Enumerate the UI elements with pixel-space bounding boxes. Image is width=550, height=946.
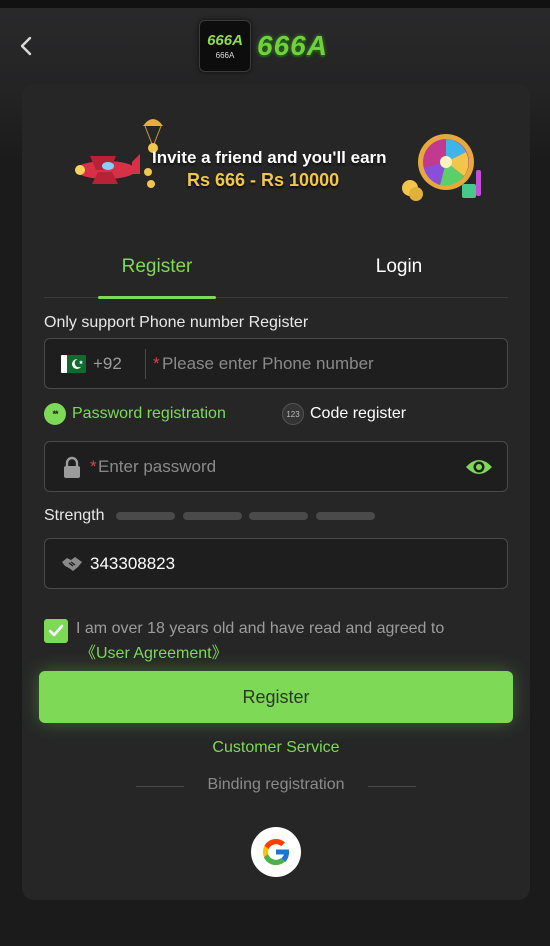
logo-badge-subtext: 666A [215, 51, 235, 60]
password-field[interactable]: * Enter password [44, 441, 508, 492]
phone-divider [145, 349, 146, 379]
tab-register[interactable]: Register [98, 252, 216, 299]
invite-banner[interactable]: Invite a friend and you'll earn Rs 666 -… [70, 114, 486, 204]
customer-service-link[interactable]: Customer Service [22, 739, 530, 757]
strength-bar-segment [316, 512, 375, 520]
phone-field[interactable]: +92 * Please enter Phone number [44, 338, 508, 389]
phone-only-note: Only support Phone number Register [44, 314, 309, 331]
registration-method-options: ** Password registration 123 Code regist… [44, 403, 508, 427]
google-icon [262, 838, 290, 866]
pakistan-flag-icon[interactable] [61, 355, 86, 373]
agreement-text: I am over 18 years old and have read and… [76, 620, 445, 637]
back-button[interactable] [12, 32, 40, 60]
agreement-checkbox[interactable] [44, 619, 68, 643]
google-login-button[interactable] [251, 827, 301, 877]
airplane-icon [75, 154, 140, 184]
phone-input[interactable] [153, 339, 493, 388]
password-registration-option[interactable]: ** Password registration [44, 403, 226, 425]
divider-right [368, 786, 416, 787]
password-dots-icon: ** [44, 403, 66, 425]
tab-login[interactable]: Login [344, 252, 454, 298]
app-logo: 666A 666A 666A [199, 20, 328, 72]
register-card: Invite a friend and you'll earn Rs 666 -… [22, 84, 530, 900]
strength-bar-segment [183, 512, 242, 520]
user-agreement-link[interactable]: 《User Agreement》 [80, 639, 228, 663]
handshake-icon [62, 557, 82, 571]
auth-tabs: Register Login [44, 252, 508, 299]
prize-wheel-icon [402, 134, 481, 201]
strength-bar-segment [116, 512, 175, 520]
numbers-icon: 123 [282, 403, 304, 425]
referral-code-value[interactable]: 343308823 [90, 554, 175, 574]
banner-amount: Rs 666 - Rs 10000 [187, 170, 340, 190]
password-registration-label: Password registration [72, 405, 226, 422]
code-register-option[interactable]: 123 Code register [282, 403, 406, 425]
code-register-label: Code register [310, 405, 407, 422]
binding-registration-label: Binding registration [207, 776, 345, 793]
banner-headline: Invite a friend and you'll earn [152, 148, 387, 167]
logo-badge: 666A 666A [199, 20, 251, 72]
strength-bar-segment [249, 512, 308, 520]
logo-wordmark: 666A [257, 30, 328, 61]
eye-icon[interactable] [465, 456, 493, 478]
lock-icon [64, 456, 80, 478]
strength-label: Strength [44, 507, 105, 524]
country-code[interactable]: +92 [93, 354, 122, 374]
logo-badge-text: 666A [207, 32, 243, 49]
password-placeholder[interactable]: Enter password [98, 457, 216, 477]
chevron-left-icon [20, 36, 32, 56]
register-button[interactable]: Register [39, 671, 513, 723]
referral-code-field[interactable]: 343308823 [44, 538, 508, 589]
checkmark-icon [48, 624, 64, 637]
password-required-mark: * [90, 457, 97, 476]
